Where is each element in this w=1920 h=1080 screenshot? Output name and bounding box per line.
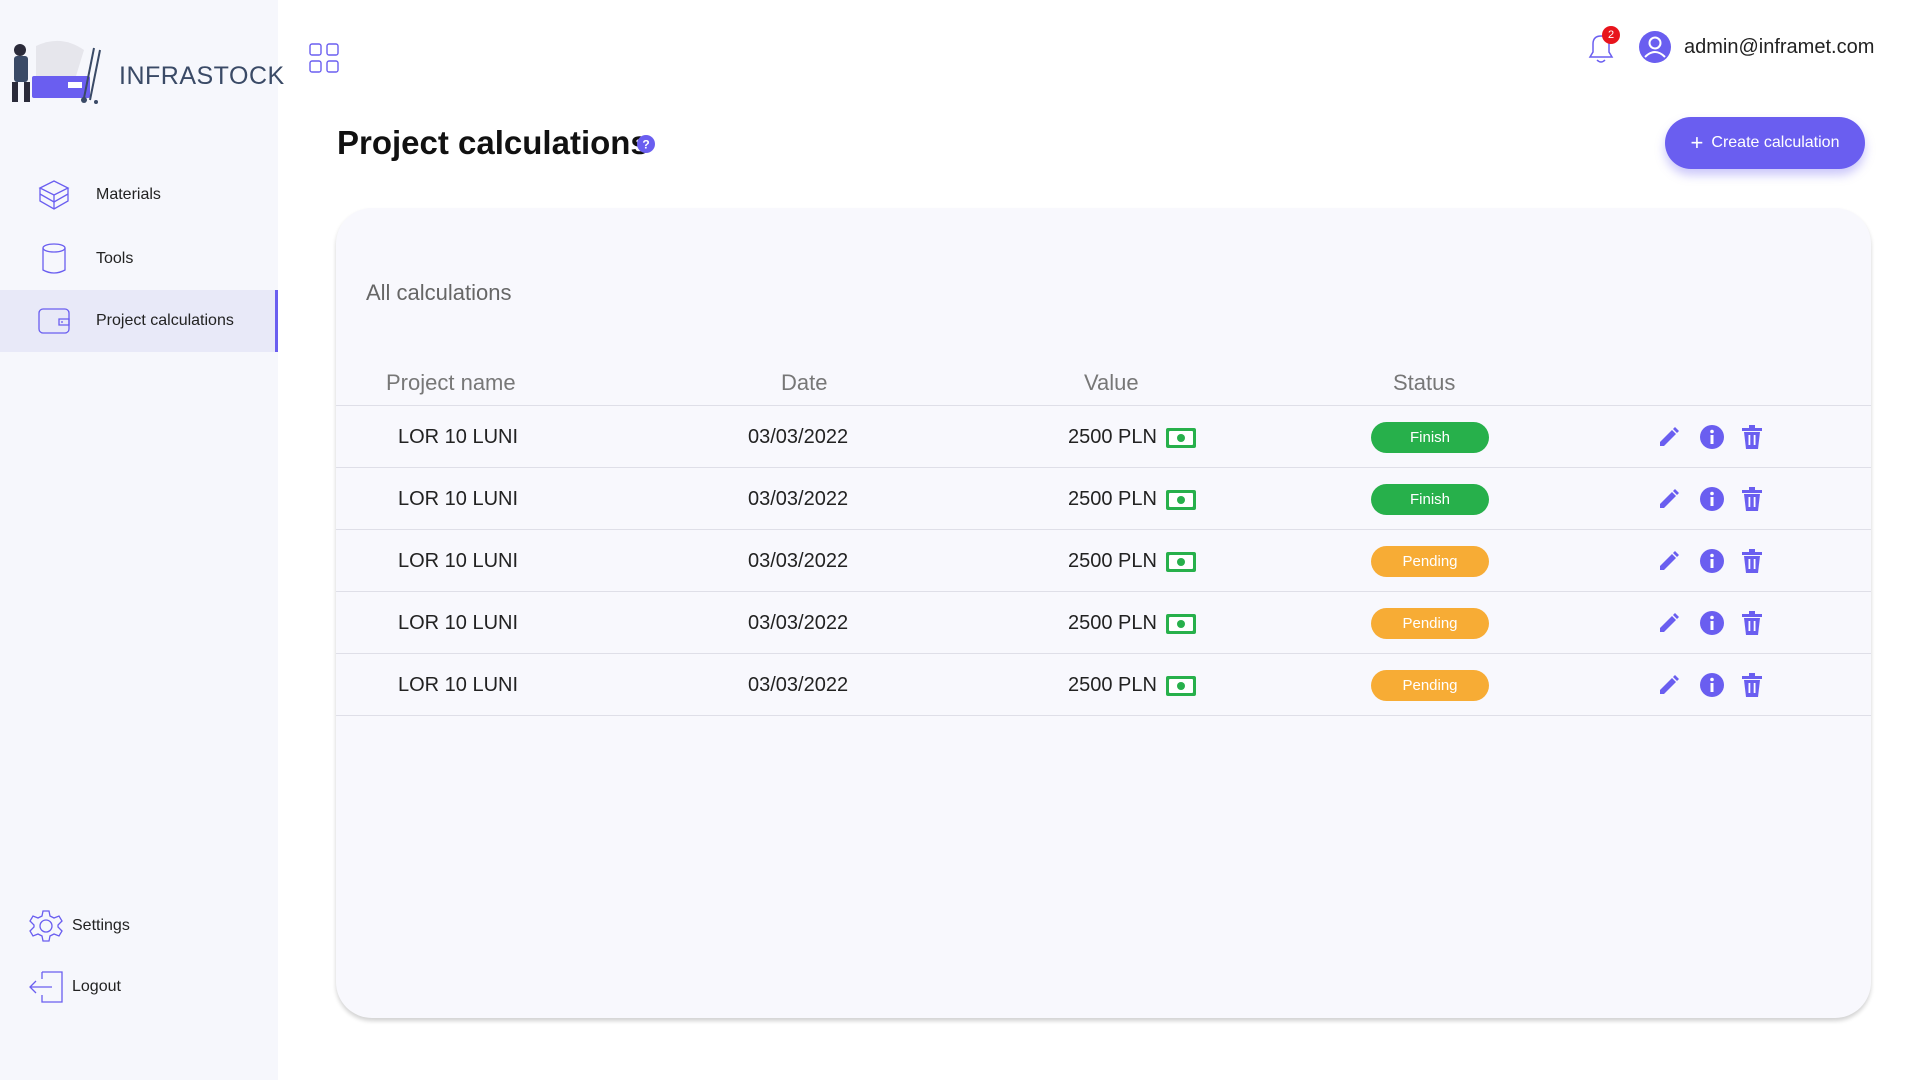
edit-icon[interactable]: [1655, 609, 1683, 637]
logout-link[interactable]: Logout: [0, 962, 278, 1012]
status-badge: Finish: [1371, 484, 1489, 515]
cube-icon: [36, 177, 72, 213]
sidebar-item-label: Tools: [96, 250, 134, 267]
sidebar-item-label: Project calculations: [96, 312, 234, 329]
edit-icon[interactable]: [1655, 423, 1683, 451]
info-icon[interactable]: [1698, 423, 1726, 451]
plus-icon: +: [1690, 130, 1704, 155]
info-icon[interactable]: [1698, 547, 1726, 575]
gear-icon: [26, 906, 66, 946]
column-header-date: Date: [781, 370, 828, 395]
sidebar-item-tools[interactable]: Tools: [0, 228, 278, 290]
cylinder-icon: [36, 241, 72, 277]
sidebar: INFRASTOCK Materials Tools Project calcu…: [0, 0, 284, 1080]
help-icon[interactable]: ?: [636, 134, 656, 154]
info-icon[interactable]: [1698, 609, 1726, 637]
user-avatar-icon[interactable]: [1638, 30, 1672, 64]
edit-icon[interactable]: [1655, 485, 1683, 513]
trash-icon[interactable]: [1738, 423, 1766, 451]
logout-icon: [26, 967, 66, 1007]
project-name-cell: LOR 10 LUNI: [398, 488, 519, 510]
sidebar-item-materials[interactable]: Materials: [0, 164, 278, 226]
cash-icon: [1165, 427, 1196, 448]
value-cell: 2500 PLN: [1068, 674, 1197, 697]
date-cell: 03/03/2022: [748, 550, 849, 572]
table-row[interactable]: LOR 10 LUNI 03/03/2022 2500 PLN Pending: [336, 530, 1871, 592]
logout-label: Logout: [72, 978, 121, 995]
table-header: Project name Date Value Status: [336, 358, 1871, 406]
create-calculation-label: Create calculation: [1711, 134, 1840, 151]
trash-icon[interactable]: [1738, 485, 1766, 513]
project-name-cell: LOR 10 LUNI: [398, 612, 519, 634]
table-row[interactable]: LOR 10 LUNI 03/03/2022 2500 PLN Pending: [336, 592, 1871, 654]
value-cell: 2500 PLN: [1068, 488, 1197, 511]
cash-icon: [1165, 613, 1196, 634]
column-header-status: Status: [1393, 370, 1456, 395]
date-cell: 03/03/2022: [748, 674, 849, 696]
settings-link[interactable]: Settings: [0, 901, 278, 951]
card-title: All calculations: [366, 280, 512, 305]
table-row[interactable]: LOR 10 LUNI 03/03/2022 2500 PLN Pending: [336, 654, 1871, 716]
brand-name: INFRASTOCK: [119, 62, 285, 90]
svg-text:?: ?: [642, 138, 649, 152]
status-badge: Pending: [1371, 670, 1489, 701]
project-name-cell: LOR 10 LUNI: [398, 426, 519, 448]
trash-icon[interactable]: [1738, 609, 1766, 637]
project-name-cell: LOR 10 LUNI: [398, 674, 519, 696]
value-cell: 2500 PLN: [1068, 612, 1197, 635]
project-name-cell: LOR 10 LUNI: [398, 550, 519, 572]
value-text: 2500 PLN: [1068, 550, 1157, 572]
trash-icon[interactable]: [1738, 671, 1766, 699]
value-cell: 2500 PLN: [1068, 550, 1197, 573]
trash-icon[interactable]: [1738, 547, 1766, 575]
table-row[interactable]: LOR 10 LUNI 03/03/2022 2500 PLN Finish: [336, 406, 1871, 468]
calculations-card: All calculations Project name Date Value…: [336, 208, 1871, 1018]
settings-label: Settings: [72, 917, 130, 934]
table-row[interactable]: LOR 10 LUNI 03/03/2022 2500 PLN Finish: [336, 468, 1871, 530]
info-icon[interactable]: [1698, 485, 1726, 513]
column-header-value: Value: [1084, 370, 1139, 395]
value-cell: 2500 PLN: [1068, 426, 1197, 449]
apps-grid-icon[interactable]: [308, 42, 340, 74]
user-email[interactable]: admin@inframet.com: [1684, 36, 1874, 59]
cash-icon: [1165, 675, 1196, 696]
value-text: 2500 PLN: [1068, 488, 1157, 510]
date-cell: 03/03/2022: [748, 426, 849, 448]
logo[interactable]: INFRASTOCK: [6, 36, 284, 114]
edit-icon[interactable]: [1655, 671, 1683, 699]
edit-icon[interactable]: [1655, 547, 1683, 575]
notification-badge: 2: [1602, 26, 1620, 44]
cash-icon: [1165, 551, 1196, 572]
value-text: 2500 PLN: [1068, 426, 1157, 448]
value-text: 2500 PLN: [1068, 612, 1157, 634]
wallet-icon: [36, 303, 72, 339]
sidebar-item-project-calculations[interactable]: Project calculations: [0, 290, 278, 352]
date-cell: 03/03/2022: [748, 488, 849, 510]
create-calculation-button[interactable]: + Create calculation: [1665, 117, 1865, 169]
page-title: Project calculations: [337, 124, 649, 161]
status-badge: Pending: [1371, 608, 1489, 639]
value-text: 2500 PLN: [1068, 674, 1157, 696]
sidebar-item-label: Materials: [96, 186, 161, 203]
cash-icon: [1165, 489, 1196, 510]
status-badge: Pending: [1371, 546, 1489, 577]
logo-illustration: [12, 40, 101, 104]
info-icon[interactable]: [1698, 671, 1726, 699]
status-badge: Finish: [1371, 422, 1489, 453]
date-cell: 03/03/2022: [748, 612, 849, 634]
column-header-project-name: Project name: [386, 370, 516, 395]
